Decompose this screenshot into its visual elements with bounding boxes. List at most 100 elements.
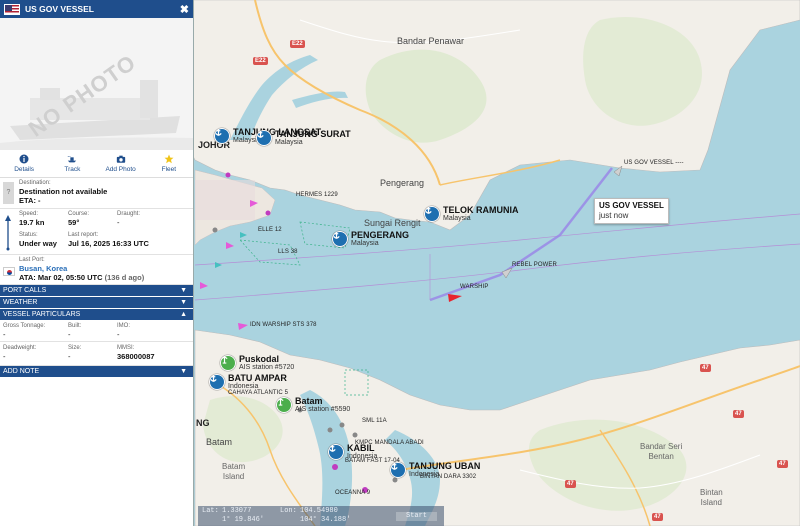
add-photo-label: Add Photo <box>105 166 136 173</box>
draught-label: Draught: <box>117 211 141 217</box>
us-flag-icon <box>4 3 20 15</box>
status-value: Under way <box>19 239 57 248</box>
ship-label-rebel-power[interactable]: REBEL POWER <box>512 262 557 268</box>
vessel-name: US GOV VESSEL <box>25 4 94 14</box>
fleet-label: Fleet <box>161 166 177 173</box>
last-report-value: Jul 16, 2025 16:33 UTC <box>68 239 149 248</box>
section-label: VESSEL PARTICULARS <box>3 311 81 318</box>
section-label: ADD NOTE <box>3 368 40 375</box>
progress-line-icon <box>5 215 11 251</box>
port-name: TELOK RAMUNIA <box>443 205 519 215</box>
ship-label-lls[interactable]: LLS 38 <box>278 249 298 255</box>
voyage-row: Speed: 19.7 kn Course: 59° Draught: - St… <box>0 209 193 255</box>
vessel-dot-4 <box>352 432 358 438</box>
port-name: TANJUNG SURAT <box>275 129 351 139</box>
eta-value: - <box>38 196 41 205</box>
port-country: Indonesia <box>347 453 378 460</box>
add-photo-button[interactable]: Add Photo <box>97 150 145 177</box>
selected-vessel-callout[interactable]: US GOV VESSEL just now <box>594 198 669 224</box>
road-shield: 47 <box>733 410 744 418</box>
add-note-section[interactable]: ADD NOTE ▼ <box>0 366 193 378</box>
place-bandar-seri-bentan: Bandar Seri Bentan <box>640 442 683 461</box>
panel-header: US GOV VESSEL ✖ <box>0 0 193 18</box>
ship-label-warship[interactable]: WARSHIP <box>460 284 488 290</box>
eta-label: ETA: <box>19 196 36 205</box>
port-calls-section[interactable]: PORT CALLS ▼ <box>0 285 193 297</box>
fleet-button[interactable]: Fleet <box>145 150 193 177</box>
antenna-icon <box>220 355 236 371</box>
port-marker[interactable]: TANJUNG UBAN Indonesia <box>390 462 480 479</box>
last-port-row: Last Port: Busan, Korea ATA: Mar 02, 05:… <box>0 255 193 285</box>
vessel-dot-3 <box>339 422 345 428</box>
vessel-panel: US GOV VESSEL ✖ NO PHOTO Details Track A… <box>0 0 194 526</box>
ais-station-marker[interactable]: Puskodal AIS station #5720 <box>220 355 294 372</box>
port-marker[interactable]: TANJUNG SURAT Malaysia <box>256 130 351 147</box>
particulars-row-2: Deadweight: - Size: - MMSI: 368000087 <box>0 342 193 366</box>
port-country: Malaysia <box>351 240 379 247</box>
anchor-icon <box>332 231 348 247</box>
port-name: Batam <box>295 396 323 406</box>
course-label: Course: <box>68 211 90 217</box>
last-report-label: Last report: <box>68 232 99 238</box>
anchor-icon <box>209 374 225 390</box>
place-ng: NG <box>196 418 210 428</box>
ship-label-oceanna[interactable]: OCEANNA 9 <box>335 490 370 496</box>
port-country: Malaysia <box>443 215 471 222</box>
anchor-icon <box>424 206 440 222</box>
mmsi-value: 368000087 <box>117 352 155 361</box>
ata-label: ATA: <box>19 273 36 282</box>
port-name: PENGERANG <box>351 230 410 240</box>
ship-label-us-gov-track[interactable]: US GOV VESSEL ---- <box>624 160 684 166</box>
selected-vessel-time: just now <box>599 211 629 220</box>
anchor-icon <box>390 462 406 478</box>
weather-section[interactable]: WEATHER ▼ <box>0 297 193 309</box>
road-shield: 47 <box>700 364 711 372</box>
details-button[interactable]: Details <box>0 150 48 177</box>
ship-label-hermes[interactable]: HERMES 1229 <box>296 192 338 198</box>
ship-label-sml[interactable]: SML 11A <box>362 418 387 424</box>
lat-decimal: 1.33077 <box>222 507 252 515</box>
port-marker[interactable]: BATU AMPAR Indonesia <box>209 374 287 391</box>
ata-value: Mar 02, 05:50 UTC <box>37 273 103 282</box>
imo-value: - <box>117 330 120 339</box>
land-malaysia <box>189 0 800 231</box>
vessel-marker-magenta-1 <box>200 282 208 289</box>
road-shield: E22 <box>253 57 268 65</box>
start-button[interactable]: Start <box>396 512 438 521</box>
last-port-link[interactable]: Busan, Korea <box>19 264 144 273</box>
imo-label: IMO: <box>117 323 130 329</box>
vessel-marker-cyan-1 <box>215 262 222 268</box>
port-country: AIS station #5590 <box>295 406 351 413</box>
mmsi-label: MMSI: <box>117 345 135 351</box>
ship-label-elle[interactable]: ELLE 12 <box>258 227 282 233</box>
selected-vessel-name: US GOV VESSEL <box>599 201 664 210</box>
built-label: Built: <box>68 323 82 329</box>
port-marker[interactable]: KABIL Indonesia <box>328 444 377 461</box>
destination-value: Destination not available <box>19 187 108 196</box>
port-name: TANJUNG UBAN <box>409 461 481 471</box>
destination-row: ? Destination: Destination not available… <box>0 178 193 209</box>
place-pengerang: Pengerang <box>380 178 425 188</box>
road-shield: 47 <box>777 460 788 468</box>
lat-dms: 1° 19.846' <box>222 516 265 524</box>
ais-station-marker[interactable]: Batam AIS station #5590 <box>276 397 350 414</box>
gross-tonnage-label: Gross Tonnage: <box>3 323 46 329</box>
port-country: Indonesia <box>409 471 440 478</box>
vessel-photo-placeholder[interactable]: NO PHOTO <box>0 18 193 150</box>
port-marker[interactable]: TELOK RAMUNIA Malaysia <box>424 206 519 223</box>
port-country: Indonesia <box>228 383 259 390</box>
deadweight-value: - <box>3 352 6 361</box>
port-marker[interactable]: PENGERANG Malaysia <box>332 231 409 248</box>
last-port-label: Last Port: <box>19 257 45 263</box>
deadweight-label: Deadweight: <box>3 345 37 351</box>
info-icon <box>19 154 29 164</box>
track-button[interactable]: Track <box>48 150 96 177</box>
anchor-icon <box>214 128 230 144</box>
ship-label-idn-warship[interactable]: IDN WARSHIP STS 378 <box>250 322 317 328</box>
coordinates-bar: Lat: 1.33077 1° 19.846' Lon: 104.54980 1… <box>198 506 444 526</box>
vessel-particulars-section[interactable]: VESSEL PARTICULARS ▲ <box>0 309 193 321</box>
close-button[interactable]: ✖ <box>180 3 189 16</box>
vessel-dot-6 <box>212 227 218 233</box>
road-shield: 47 <box>565 480 576 488</box>
ship-track-icon <box>68 156 77 163</box>
